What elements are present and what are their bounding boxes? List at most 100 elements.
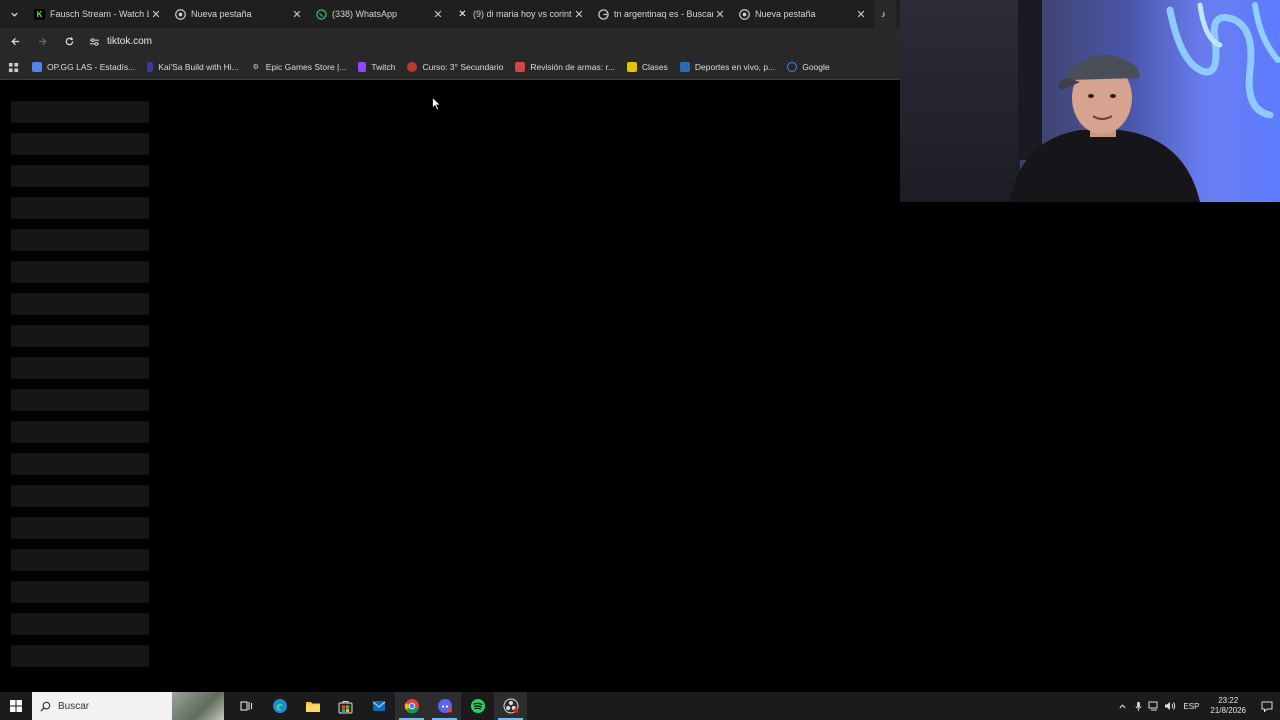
skeleton-row xyxy=(11,261,149,283)
clock-time: 23:22 xyxy=(1218,696,1239,705)
bookmark-epic[interactable]: ⚙ Epic Games Store |... xyxy=(245,62,353,72)
spotify-icon xyxy=(470,699,485,713)
skeleton-row xyxy=(11,453,149,475)
edge-icon xyxy=(272,699,287,713)
bookmark-revision-armas[interactable]: Revisión de armas: r... xyxy=(509,62,621,72)
windows-taskbar: Buscar ESP 23:22 21/8/2026 xyxy=(0,692,1280,720)
volume-icon[interactable] xyxy=(1162,701,1178,711)
address-bar[interactable]: tiktok.com xyxy=(85,32,865,52)
skeleton-row xyxy=(11,645,149,667)
skeleton-row xyxy=(11,197,149,219)
bookmark-curso[interactable]: Curso: 3° Secundario xyxy=(401,62,509,72)
task-view-icon xyxy=(240,701,253,711)
chevron-down-icon xyxy=(10,12,18,17)
folder-icon xyxy=(626,62,637,72)
bookmark-label: OP.GG LAS - Estadís... xyxy=(47,62,136,72)
bookmark-kaisa[interactable]: Kai'Sa Build with Hi... xyxy=(141,62,245,72)
tab-whatsapp[interactable]: (338) WhatsApp ✕ xyxy=(310,0,451,28)
bookmark-twitch[interactable]: Twitch xyxy=(352,62,401,72)
taskbar-search-input[interactable]: Buscar xyxy=(32,692,224,720)
chevron-up-icon[interactable] xyxy=(1114,702,1130,711)
discord-icon xyxy=(437,699,452,713)
taskbar-clock[interactable]: 23:22 21/8/2026 xyxy=(1204,696,1254,716)
start-button[interactable] xyxy=(0,692,32,720)
tab-search-button[interactable] xyxy=(0,0,28,28)
tab-title: Nueva pestaña xyxy=(191,9,252,19)
forward-button[interactable] xyxy=(30,30,54,54)
back-button[interactable] xyxy=(3,30,27,54)
tab-strip: K Fausch Stream - Watch Liv ✕ Nueva pest… xyxy=(0,0,900,28)
microphone-icon[interactable] xyxy=(1130,701,1146,712)
tab-tiktok-active[interactable]: ♪ xyxy=(874,0,896,28)
notification-icon xyxy=(1261,701,1273,712)
site-info-icon[interactable] xyxy=(85,37,103,47)
deportes-icon xyxy=(679,62,690,72)
tab-kick[interactable]: K Fausch Stream - Watch Liv ✕ xyxy=(28,0,169,28)
taskbar-spotify[interactable] xyxy=(461,692,494,720)
skeleton-row xyxy=(11,293,149,315)
tab-google-search[interactable]: tn argentinaq es - Buscar c ✕ xyxy=(592,0,733,28)
bookmark-opgg[interactable]: OP.GG LAS - Estadís... xyxy=(26,62,141,72)
reload-button[interactable] xyxy=(57,30,81,54)
close-icon[interactable]: ✕ xyxy=(431,8,445,21)
network-icon[interactable] xyxy=(1146,701,1162,711)
tiktok-icon: ♪ xyxy=(881,9,886,19)
taskbar-apps xyxy=(230,692,527,720)
arrow-left-icon xyxy=(10,37,19,46)
taskbar-outlook[interactable] xyxy=(362,692,395,720)
bookmark-label: Revisión de armas: r... xyxy=(530,62,615,72)
taskbar-file-explorer[interactable] xyxy=(296,692,329,720)
taskbar-discord[interactable] xyxy=(428,692,461,720)
taskbar-store[interactable] xyxy=(329,692,362,720)
tab-title: (338) WhatsApp xyxy=(332,9,398,19)
clock-date: 21/8/2026 xyxy=(1210,706,1246,715)
close-icon[interactable]: ✕ xyxy=(290,8,304,21)
url-text: tiktok.com xyxy=(107,36,153,47)
skeleton-row xyxy=(11,549,149,571)
close-icon[interactable]: ✕ xyxy=(149,8,163,21)
search-icon xyxy=(32,701,58,712)
skeleton-row xyxy=(11,517,149,539)
skeleton-row xyxy=(11,421,149,443)
bookmark-label: Deportes en vivo, p... xyxy=(694,62,776,72)
streamer-image xyxy=(1010,54,1200,202)
tab-title: Nueva pestaña xyxy=(755,9,816,19)
skeleton-row xyxy=(11,165,149,187)
close-icon[interactable]: ✕ xyxy=(572,8,586,21)
tab-new-1[interactable]: Nueva pestaña ✕ xyxy=(169,0,310,28)
tab-title: Fausch Stream - Watch Liv xyxy=(50,9,149,19)
skeleton-row xyxy=(11,325,149,347)
bookmark-label: Clases xyxy=(641,62,668,72)
bookmark-label: Google xyxy=(802,62,830,72)
windows-logo-icon xyxy=(10,700,22,712)
taskbar-chrome[interactable] xyxy=(395,692,428,720)
bookmark-label: Curso: 3° Secundario xyxy=(422,62,504,72)
skeleton-row xyxy=(11,613,149,635)
bookmark-deportes[interactable]: Deportes en vivo, p... xyxy=(674,62,781,72)
task-view-button[interactable] xyxy=(230,692,263,720)
close-icon[interactable]: ✕ xyxy=(713,8,727,21)
taskbar-edge[interactable] xyxy=(263,692,296,720)
tab-new-2[interactable]: Nueva pestaña ✕ xyxy=(733,0,874,28)
browser-toolbar: tiktok.com xyxy=(0,28,900,55)
search-placeholder: Buscar xyxy=(58,700,90,712)
close-icon[interactable]: ✕ xyxy=(854,8,868,21)
opgg-icon xyxy=(32,62,42,72)
chrome-icon xyxy=(739,8,750,20)
apps-button[interactable] xyxy=(0,62,26,73)
skeleton-row xyxy=(11,581,149,603)
chrome-icon xyxy=(175,8,186,20)
bookmarks-bar: OP.GG LAS - Estadís... Kai'Sa Build with… xyxy=(0,55,900,80)
bookmark-label: Epic Games Store |... xyxy=(265,62,347,72)
system-tray: ESP 23:22 21/8/2026 xyxy=(1114,692,1280,720)
taskbar-obs[interactable] xyxy=(494,692,527,720)
tab-x[interactable]: ✕ (9) di maria hoy vs corinth ✕ xyxy=(451,0,592,28)
reload-icon xyxy=(65,37,73,46)
skeleton-row xyxy=(11,229,149,251)
notifications-button[interactable] xyxy=(1254,701,1280,712)
loading-skeleton-sidebar xyxy=(11,101,149,677)
grid-icon xyxy=(8,62,18,72)
language-indicator[interactable]: ESP xyxy=(1178,702,1204,711)
bookmark-clases[interactable]: Clases xyxy=(621,62,674,72)
bookmark-google[interactable]: Google xyxy=(781,62,835,72)
